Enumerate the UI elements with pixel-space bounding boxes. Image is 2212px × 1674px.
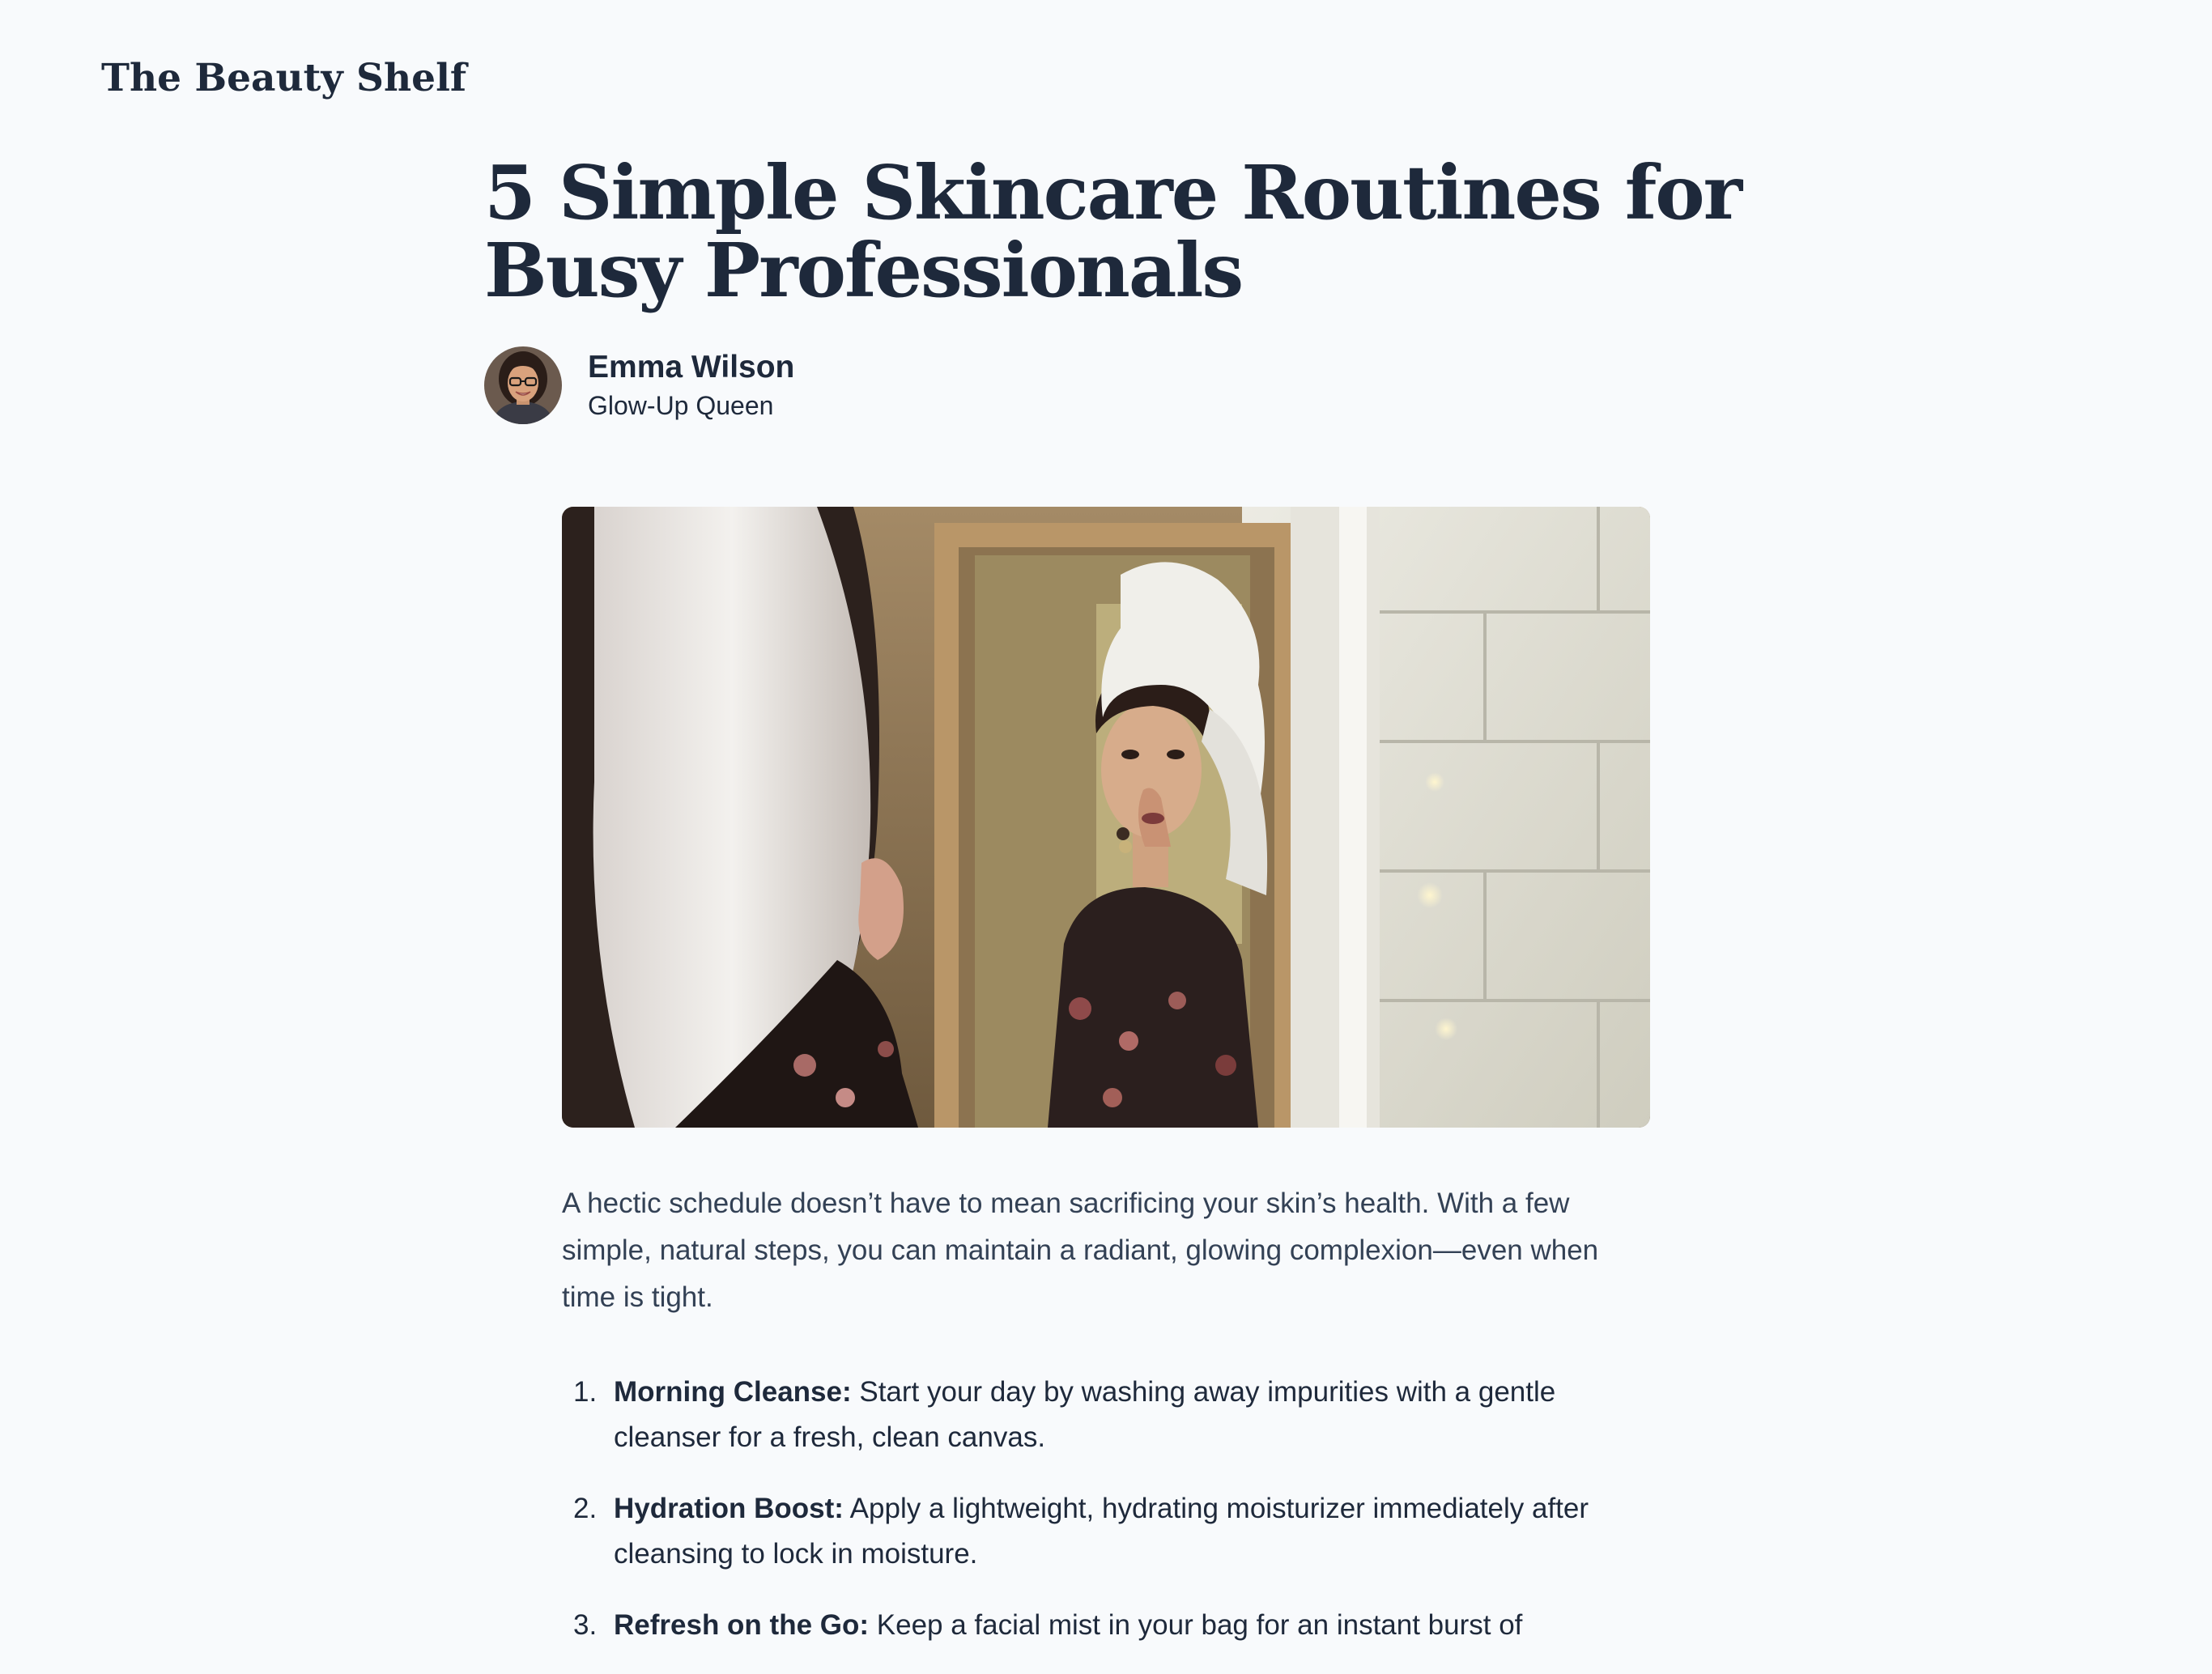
tip-number: 1.: [573, 1376, 598, 1408]
article-body: A hectic schedule doesn’t have to mean s…: [562, 1180, 1650, 1674]
tip-item-2: 2. Hydration Boost: Apply a lightweight, …: [573, 1486, 1650, 1577]
site-logo-title[interactable]: The Beauty Shelf: [101, 52, 466, 105]
author-byline: Emma Wilson Glow-Up Queen: [484, 346, 794, 424]
tip-label: Hydration Boost:: [614, 1493, 844, 1524]
tips-list: 1. Morning Cleanse: Start your day by was…: [562, 1370, 1650, 1648]
article-title: 5 Simple Skincare Routines for Busy Prof…: [484, 149, 1742, 314]
author-name[interactable]: Emma Wilson: [588, 347, 794, 388]
tip-label: Refresh on the Go:: [614, 1609, 870, 1641]
intro-paragraph: A hectic schedule doesn’t have to mean s…: [562, 1188, 1599, 1313]
author-avatar[interactable]: [484, 346, 562, 424]
tip-text: Keep a facial mist in your bag for an in…: [869, 1609, 1523, 1641]
tip-number: 3.: [573, 1609, 598, 1641]
tip-item-1: 1. Morning Cleanse: Start your day by was…: [573, 1370, 1650, 1460]
tip-label: Morning Cleanse:: [614, 1376, 852, 1408]
author-info: Emma Wilson Glow-Up Queen: [588, 347, 794, 423]
tip-item-3: 3. Refresh on the Go: Keep a facial mist …: [573, 1603, 1650, 1648]
author-tagline: Glow-Up Queen: [588, 391, 774, 420]
tip-number: 2.: [573, 1493, 598, 1524]
hero-image: [562, 507, 1650, 1128]
